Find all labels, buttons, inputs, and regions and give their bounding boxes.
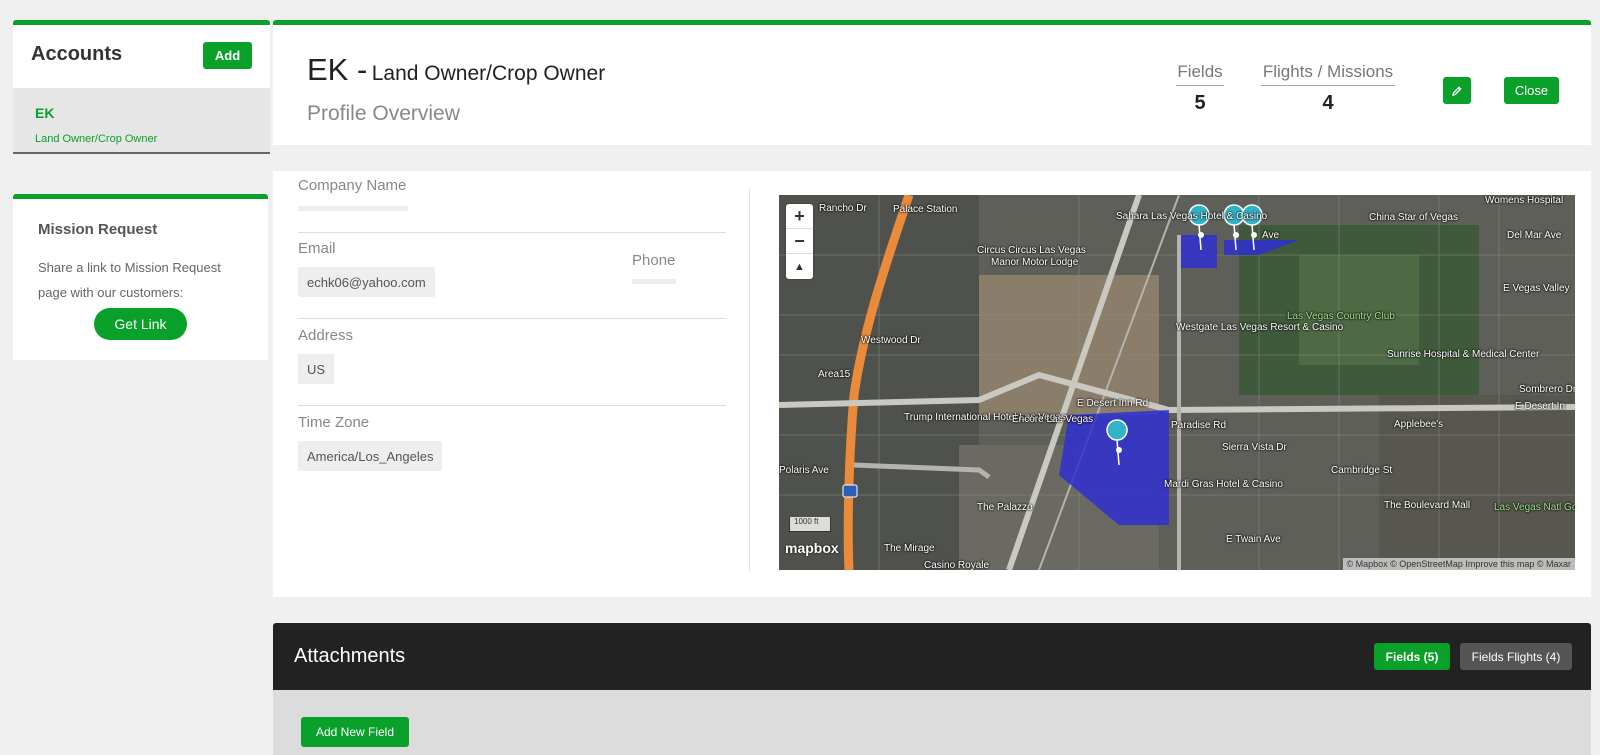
timezone-value: America/Los_Angeles <box>298 441 443 471</box>
map-imagery <box>779 195 1575 570</box>
map-label: E Twain Ave <box>1226 534 1281 545</box>
accounts-title: Accounts <box>31 43 123 65</box>
timezone-label: Time Zone <box>298 414 370 431</box>
flights-stat-label: Flights / Missions <box>1261 62 1395 86</box>
mission-request-title: Mission Request <box>38 221 158 238</box>
map-label: The Palazzo <box>977 502 1033 513</box>
zoom-out-button[interactable]: − <box>786 229 813 254</box>
account-name: EK <box>35 105 55 121</box>
address-value: US <box>298 354 335 384</box>
map-label: Palace Station <box>893 204 958 215</box>
map-zoom-controls: + − ▲ <box>786 204 813 279</box>
add-account-button[interactable]: Add <box>203 42 252 69</box>
map-attribution[interactable]: © Mapbox © OpenStreetMap Improve this ma… <box>1342 558 1575 570</box>
map-label: Circus Circus Las Vegas <box>977 245 1086 256</box>
map-label: Mardi Gras Hotel & Casino <box>1164 479 1283 490</box>
mapbox-logo[interactable]: mapbox <box>785 540 839 556</box>
map-label: Applebee's <box>1394 419 1444 430</box>
phone-label: Phone <box>632 252 676 269</box>
column-divider <box>749 188 750 572</box>
profile-code: EK - <box>307 52 368 87</box>
map-label: Paradise Rd <box>1171 420 1227 431</box>
profile-header: EK - Land Owner/Crop Owner Profile Overv… <box>273 20 1591 145</box>
profile-details: Company Name Email echk06@yahoo.com Phon… <box>273 171 1591 597</box>
map-label: E Desert Inn Rd <box>1077 398 1149 409</box>
map-label: Westgate Las Vegas Resort & Casino <box>1176 322 1344 333</box>
map-label: Sierra Vista Dr <box>1222 442 1287 453</box>
profile-subtitle: Profile Overview <box>307 102 460 125</box>
edit-button[interactable] <box>1443 77 1471 104</box>
account-role: Land Owner/Crop Owner <box>35 133 158 145</box>
map-label: Ave <box>1262 230 1280 241</box>
accounts-panel: Accounts Add EK Land Owner/Crop Owner <box>13 20 270 154</box>
map-scale: 1000 ft <box>789 517 831 532</box>
map-label: Sahara Las Vegas Hotel & Casino <box>1116 211 1268 222</box>
attachments-title: Attachments <box>294 645 406 667</box>
account-list-item[interactable]: EK Land Owner/Crop Owner <box>13 88 270 154</box>
map-label: The Mirage <box>884 543 935 554</box>
map-label: Del Mar Ave <box>1507 230 1562 241</box>
tab-fields-flights[interactable]: Fields Flights (4) <box>1460 643 1572 670</box>
fields-stat-label: Fields <box>1176 62 1224 86</box>
map-label: Las Vegas Natl Golf Club <box>1494 502 1575 513</box>
compass-button[interactable]: ▲ <box>786 254 813 279</box>
mission-request-description: Share a link to Mission Request page wit… <box>38 260 221 300</box>
accounts-header: Accounts Add <box>13 20 270 88</box>
map-label: The Boulevard Mall <box>1384 500 1471 511</box>
map-label: E Vegas Valley <box>1503 283 1570 294</box>
divider <box>298 232 726 233</box>
map-label: Manor Motor Lodge <box>991 257 1079 268</box>
fields-stat-value: 5 <box>1194 92 1206 114</box>
add-new-field-button[interactable]: Add New Field <box>301 717 409 747</box>
map-label: Casino Royale <box>924 560 990 570</box>
close-button[interactable]: Close <box>1504 77 1559 104</box>
profile-role: Land Owner/Crop Owner <box>371 62 606 85</box>
fields-stat: Fields 5 <box>1176 62 1224 115</box>
map-label: Encore Las Vegas <box>1012 414 1094 425</box>
email-label: Email <box>298 240 336 257</box>
map-label: Cambridge St <box>1331 465 1393 476</box>
get-link-button[interactable]: Get Link <box>94 308 187 340</box>
map-label: Area15 <box>818 369 851 380</box>
profile-title: EK - Land Owner/Crop Owner <box>307 52 605 88</box>
divider <box>298 405 726 406</box>
tab-fields[interactable]: Fields (5) <box>1374 643 1450 670</box>
address-label: Address <box>298 327 354 344</box>
company-name-label: Company Name <box>298 177 407 194</box>
map-label: Womens Hospital <box>1485 195 1564 206</box>
flights-stat: Flights / Missions 4 <box>1261 62 1395 115</box>
flights-stat-value: 4 <box>1322 92 1334 114</box>
map-label: Sunrise Hospital & Medical Center <box>1387 349 1540 360</box>
phone-value <box>632 279 676 284</box>
email-value: echk06@yahoo.com <box>298 267 435 297</box>
map-label: Sombrero Dr <box>1519 384 1575 395</box>
attachments-header: Attachments Fields (5) Fields Flights (4… <box>273 623 1591 690</box>
pencil-icon <box>1452 85 1462 96</box>
zoom-in-button[interactable]: + <box>786 204 813 229</box>
mission-request-card: Mission Request Share a link to Mission … <box>13 194 268 360</box>
map-label: Las Vegas Country Club <box>1287 311 1395 322</box>
map-label: Rancho Dr <box>819 203 867 214</box>
map-label: E Desert In <box>1515 401 1566 412</box>
company-name-value <box>298 206 408 211</box>
map-label: Westwood Dr <box>861 335 921 346</box>
map-label: China Star of Vegas <box>1369 212 1458 223</box>
fields-map[interactable]: + − ▲ Palace Station Sahara Las Vegas Ho… <box>779 195 1575 570</box>
map-label: Polaris Ave <box>779 465 829 476</box>
divider <box>298 318 726 319</box>
attachments-body: Add New Field <box>273 690 1591 755</box>
